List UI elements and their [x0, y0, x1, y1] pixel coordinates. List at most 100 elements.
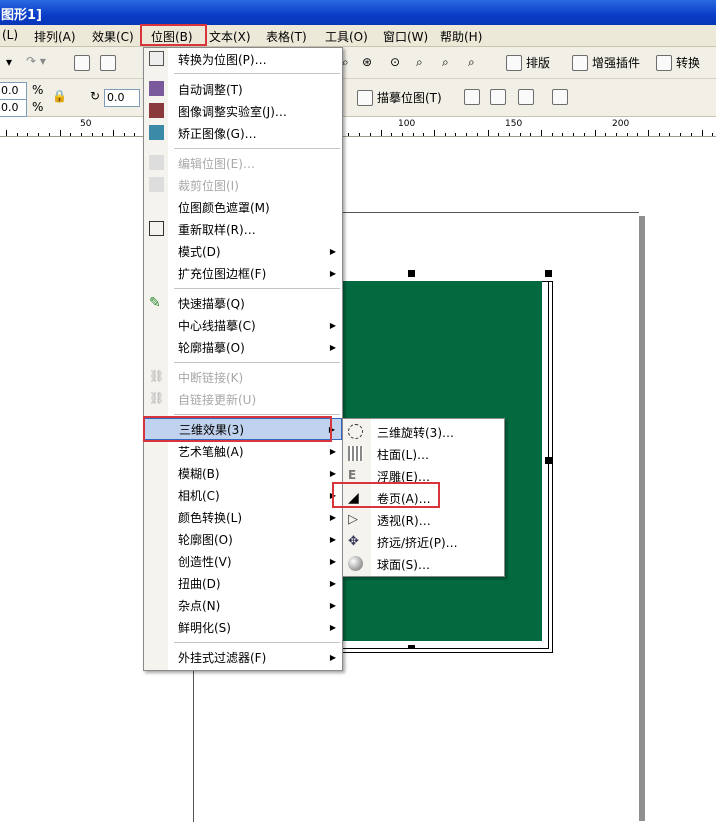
menu-item-straighten-image[interactable]: 矫正图像(G)…: [144, 122, 342, 144]
crop-bitmap-icon: [149, 177, 164, 192]
submenu-item-cylinder[interactable]: 柱面(L)…: [343, 443, 504, 465]
plugin-button[interactable]: 增强插件: [572, 54, 640, 71]
menu-separator: [174, 642, 340, 643]
ruler-tick: [134, 133, 136, 136]
submenu-item-sphere[interactable]: 球面(S)…: [343, 553, 504, 575]
zoom-icon[interactable]: ⊛: [362, 55, 372, 69]
menu-text[interactable]: 文本(X): [209, 28, 251, 45]
ruler-tick: [487, 130, 489, 136]
menu-item-bitmap-color-mask[interactable]: 位图颜色遮罩(M): [144, 196, 342, 218]
menu-arrange[interactable]: 排列(A): [34, 28, 76, 45]
crop-bitmap-icon[interactable]: [464, 89, 480, 105]
menu-table[interactable]: 表格(T): [266, 28, 307, 45]
layout-icon: [506, 54, 522, 71]
ruler-tick: [123, 133, 125, 136]
ruler-tick: [530, 133, 532, 136]
menu-item-distort[interactable]: 扭曲(D) ▶: [144, 572, 342, 594]
submenu-item-pinch-punch[interactable]: ✥ 挤远/挤近(P)…: [343, 531, 504, 553]
menu-item-noise[interactable]: 杂点(N) ▶: [144, 594, 342, 616]
convert-button[interactable]: 转换: [656, 54, 700, 71]
menu-item-quick-trace[interactable]: ✎ 快速描摹(Q): [144, 292, 342, 314]
submenu-item-perspective[interactable]: ▷ 透视(R)…: [343, 509, 504, 531]
submenu-arrow-icon: ▶: [329, 600, 336, 610]
sphere-icon: [348, 556, 363, 571]
zoom-in-icon[interactable]: ⌕: [342, 55, 349, 70]
dropdown-arrow-icon[interactable]: ▾: [6, 55, 12, 69]
ruler-tick: [669, 133, 671, 136]
ruler-label-150: 150: [505, 119, 523, 129]
menu-item-art-strokes[interactable]: 艺术笔触(A) ▶: [144, 440, 342, 462]
ruler-tick: [690, 133, 692, 136]
submenu-arrow-icon: ▶: [329, 446, 336, 456]
lock-ratio-icon[interactable]: 🔒: [52, 89, 67, 103]
submenu-item-3d-rotate[interactable]: 三维旋转(3)…: [343, 421, 504, 443]
scale-x-field[interactable]: 0.0: [0, 82, 27, 100]
menu-item-creative[interactable]: 创造性(V) ▶: [144, 550, 342, 572]
ruler-tick: [91, 133, 93, 136]
menu-effects[interactable]: 效果(C): [92, 28, 134, 45]
selection-handle-top-right[interactable]: [545, 270, 552, 277]
export-icon[interactable]: [100, 55, 116, 71]
ruler-tick: [80, 133, 82, 136]
horizontal-ruler[interactable]: 50 100 150 200: [0, 117, 716, 137]
selection-handle-top[interactable]: [408, 270, 415, 277]
pinch-punch-icon: ✥: [348, 534, 359, 549]
resample-icon[interactable]: [490, 89, 506, 105]
redo-icon[interactable]: ↷ ▾: [26, 54, 46, 68]
ruler-tick: [583, 133, 585, 136]
menu-item-color-transform[interactable]: 颜色转换(L) ▶: [144, 506, 342, 528]
menu-layout[interactable]: (L): [2, 28, 18, 42]
trace-bitmap-icon: [357, 89, 373, 106]
ruler-tick: [562, 133, 564, 136]
menu-item-inflate-bitmap[interactable]: 扩充位图边框(F) ▶: [144, 262, 342, 284]
trace-bitmap-button[interactable]: 描摹位图(T): [357, 89, 442, 106]
ruler-label-200: 200: [612, 119, 630, 129]
menu-item-camera[interactable]: 相机(C) ▶: [144, 484, 342, 506]
menu-item-outline-trace[interactable]: 轮廓描摹(O) ▶: [144, 336, 342, 358]
menu-item-sharpen[interactable]: 鲜明化(S) ▶: [144, 616, 342, 638]
menu-item-auto-adjust[interactable]: 自动调整(T): [144, 78, 342, 100]
menu-tools[interactable]: 工具(O): [325, 28, 368, 45]
selection-handle-bottom[interactable]: [408, 645, 415, 648]
menu-item-contour[interactable]: 轮廓图(O) ▶: [144, 528, 342, 550]
rotate-icon: ↻: [90, 89, 101, 103]
zoom-out-icon[interactable]: ⊙: [390, 55, 400, 69]
submenu-arrow-icon: ▶: [329, 468, 336, 478]
ruler-tick: [637, 133, 639, 136]
bitmap-color-mask-icon[interactable]: [518, 89, 534, 105]
ruler-tick: [6, 130, 7, 136]
menu-help[interactable]: 帮助(H): [440, 28, 482, 45]
submenu-arrow-icon: ▶: [329, 556, 336, 566]
menu-separator: [174, 362, 340, 363]
zoom-fit-icon[interactable]: ⌕: [442, 55, 449, 70]
window-title: 图形1]: [1, 8, 42, 23]
convert-to-bitmap-icon: [149, 51, 164, 66]
ruler-tick: [401, 133, 403, 136]
submenu-arrow-icon: ▶: [329, 578, 336, 588]
menu-item-mode[interactable]: 模式(D) ▶: [144, 240, 342, 262]
zoom-selected-icon[interactable]: ⌕: [416, 55, 423, 70]
zoom-page-icon[interactable]: ⌕: [468, 55, 475, 70]
wrap-text-icon[interactable]: [552, 89, 568, 105]
ruler-tick: [423, 133, 425, 136]
menu-item-blur[interactable]: 模糊(B) ▶: [144, 462, 342, 484]
ruler-tick: [605, 133, 607, 136]
auto-adjust-icon: [149, 81, 164, 96]
menu-item-resample[interactable]: 重新取样(R)…: [144, 218, 342, 240]
rotation-field[interactable]: 0.0: [104, 89, 140, 107]
menu-item-image-adjustment-lab[interactable]: 图像调整实验室(J)…: [144, 100, 342, 122]
ruler-tick: [348, 133, 350, 136]
ruler-tick: [444, 133, 446, 136]
menu-window[interactable]: 窗口(W): [383, 28, 428, 45]
menu-item-convert-to-bitmap[interactable]: 转换为位图(P)…: [144, 48, 342, 70]
scale-y-field[interactable]: 0.0: [0, 99, 27, 117]
ruler-tick: [455, 133, 457, 136]
menu-item-plugins[interactable]: 外挂式过滤器(F) ▶: [144, 646, 342, 668]
menu-bar: (L) 排列(A) 效果(C) 位图(B) 文本(X) 表格(T) 工具(O) …: [0, 25, 716, 47]
menu-item-centerline-trace[interactable]: 中心线描摹(C) ▶: [144, 314, 342, 336]
import-icon[interactable]: [74, 55, 90, 71]
submenu-arrow-icon: ▶: [329, 534, 336, 544]
selection-handle-right[interactable]: [545, 457, 552, 464]
menu-item-edit-bitmap: 编辑位图(E)…: [144, 152, 342, 174]
layout-button[interactable]: 排版: [506, 54, 550, 71]
